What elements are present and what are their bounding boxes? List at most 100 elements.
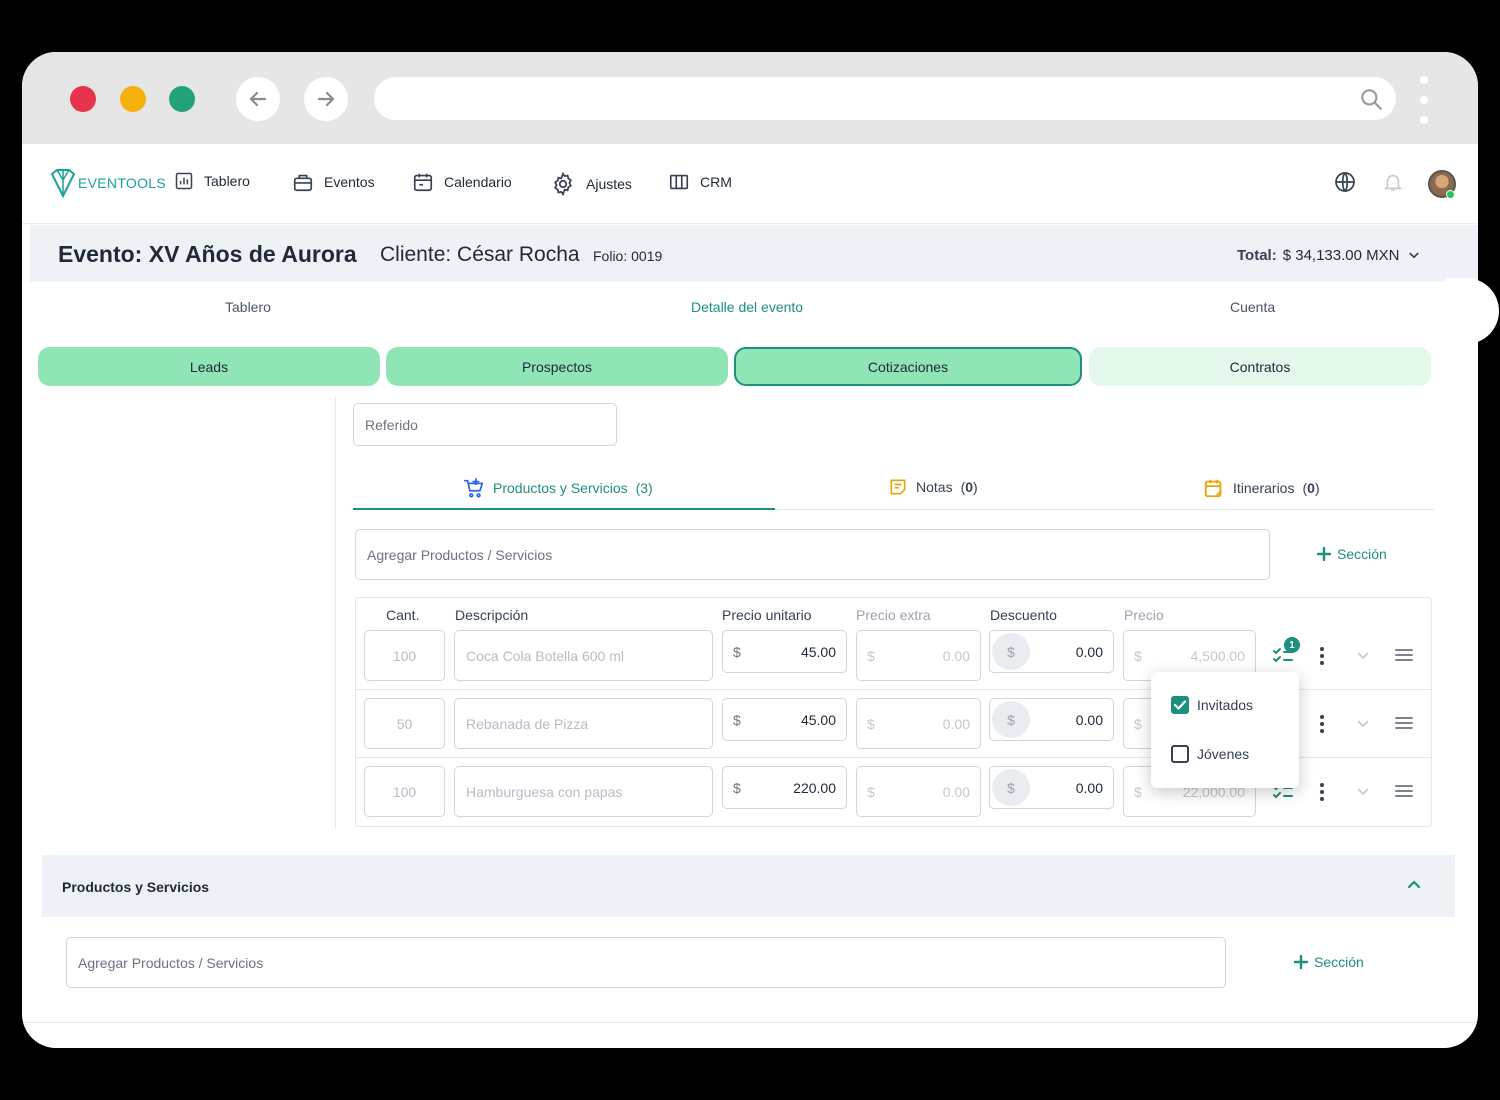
drag-handle-icon[interactable] [1395, 648, 1413, 662]
subtab-cuenta[interactable]: Cuenta [1230, 299, 1275, 315]
col-header-precio-extra: Precio extra [856, 607, 931, 623]
unit-price-value: 45.00 [800, 643, 836, 660]
qty-field[interactable]: 100 [364, 630, 445, 681]
option-invitados[interactable]: Invitados [1171, 696, 1253, 714]
more-vertical-icon[interactable] [1318, 714, 1326, 734]
pipeline-leads[interactable]: Leads [38, 347, 380, 386]
plus-icon [1294, 955, 1308, 969]
nav-item-crm[interactable]: CRM [668, 171, 732, 193]
unit-price-field[interactable]: $220.00 [722, 766, 847, 809]
chevron-down-icon[interactable] [1356, 786, 1370, 796]
seccion-label: Sección [1314, 954, 1364, 970]
forward-button[interactable] [304, 77, 348, 121]
drag-handle-icon[interactable] [1395, 716, 1413, 730]
back-button[interactable] [236, 77, 280, 121]
unit-price-field[interactable]: $45.00 [722, 630, 847, 673]
currency-symbol: $ [733, 711, 741, 728]
referido-field[interactable]: Referido [353, 403, 617, 446]
checkbox-unchecked[interactable] [1171, 745, 1189, 763]
nav-item-eventos[interactable]: Eventos [292, 171, 375, 193]
eventools-logo[interactable]: EVENTOOLS [50, 168, 166, 198]
tab-count: (3) [635, 480, 653, 496]
close-window-dot[interactable] [70, 86, 96, 112]
col-header-descuento: Descuento [990, 607, 1057, 623]
nav-item-ajustes[interactable]: Ajustes [550, 171, 632, 197]
chevron-down-icon[interactable] [1356, 650, 1370, 660]
description-field[interactable]: Coca Cola Botella 600 ml [454, 630, 713, 681]
minimize-window-dot[interactable] [120, 86, 146, 112]
checkbox-checked[interactable] [1171, 696, 1189, 714]
calendar-edit-icon [1204, 479, 1222, 498]
unit-price-value: 220.00 [793, 779, 836, 796]
chevron-up-icon[interactable] [1406, 877, 1422, 893]
discount-currency-toggle[interactable]: $ [992, 769, 1030, 806]
add-seccion-button[interactable]: Sección [1317, 546, 1387, 562]
discount-value: 0.00 [1075, 711, 1103, 728]
chart-icon [175, 172, 193, 190]
bell-icon[interactable] [1382, 170, 1404, 194]
nav-label: CRM [700, 174, 732, 190]
footer-divider [22, 1022, 1478, 1023]
diamond-logo-icon [50, 169, 76, 198]
option-label: Jóvenes [1197, 746, 1250, 762]
extra-price-value: 0.00 [942, 783, 970, 800]
event-total-toggle[interactable]: Total: $ 34,133.00 MXN [1237, 246, 1423, 264]
pipeline-contratos[interactable]: Contratos [1089, 347, 1431, 386]
pipeline-prospectos[interactable]: Prospectos [386, 347, 728, 386]
tab-label: Productos y Servicios [493, 480, 628, 496]
unit-price-field[interactable]: $45.00 [722, 698, 847, 741]
address-bar[interactable] [374, 77, 1396, 120]
description-field[interactable]: Hamburguesa con papas [454, 766, 713, 817]
discount-value: 0.00 [1075, 779, 1103, 796]
tab-notas[interactable]: Notas (0) [888, 477, 978, 497]
discount-field[interactable]: $0.00 [989, 766, 1114, 809]
subtab-detalle-evento[interactable]: Detalle del evento [691, 299, 803, 315]
discount-field[interactable]: $0.00 [989, 698, 1114, 741]
nav-item-tablero[interactable]: Tablero [174, 171, 250, 191]
qty-field[interactable]: 50 [364, 698, 445, 749]
extra-price-field[interactable]: $0.00 [856, 630, 981, 681]
nav-item-calendario[interactable]: Calendario [412, 171, 512, 193]
extra-price-field[interactable]: $0.00 [856, 766, 981, 817]
more-vertical-icon[interactable] [1318, 782, 1326, 802]
description-field[interactable]: Rebanada de Pizza [454, 698, 713, 749]
search-icon[interactable] [1358, 86, 1384, 112]
chevron-down-icon[interactable] [1356, 718, 1370, 728]
briefcase-icon [293, 174, 313, 192]
option-jovenes[interactable]: Jóvenes [1171, 745, 1249, 763]
cart-plus-icon [464, 478, 484, 498]
add-seccion-button-2[interactable]: Sección [1294, 954, 1364, 970]
currency-symbol: $ [1134, 783, 1142, 800]
more-vertical-icon[interactable] [1318, 646, 1326, 666]
online-status-dot [1446, 190, 1455, 199]
discount-currency-toggle[interactable]: $ [992, 633, 1030, 670]
add-products-input-2[interactable]: Agregar Productos / Servicios [66, 937, 1226, 988]
subtab-tablero[interactable]: Tablero [225, 299, 271, 315]
add-products-input[interactable]: Agregar Productos / Servicios [355, 529, 1270, 580]
discount-currency-toggle[interactable]: $ [992, 701, 1030, 738]
extra-price-field[interactable]: $0.00 [856, 698, 981, 749]
currency-symbol: $ [1134, 647, 1142, 664]
products-section-accordion[interactable]: Productos y Servicios [42, 855, 1455, 917]
browser-window: EVENTOOLS Tablero Eventos Calendario Aju… [22, 52, 1478, 1048]
arrow-right-icon [317, 91, 335, 107]
globe-icon[interactable] [1333, 170, 1357, 194]
tab-count-wrap: (0) [960, 479, 978, 495]
discount-field[interactable]: $0.00 [989, 630, 1114, 673]
drag-handle-icon[interactable] [1395, 784, 1413, 798]
total-label: Total: [1237, 246, 1277, 264]
currency-symbol: $ [1134, 715, 1142, 732]
seccion-label: Sección [1337, 546, 1387, 562]
pipeline-cotizaciones[interactable]: Cotizaciones [734, 347, 1082, 386]
extra-price-value: 0.00 [942, 647, 970, 664]
tab-itinerarios[interactable]: Itinerarios (0) [1203, 477, 1320, 499]
col-header-precio: Precio [1124, 607, 1164, 623]
browser-menu-icon[interactable] [1418, 76, 1430, 124]
tab-count: 0 [1307, 480, 1315, 496]
maximize-window-dot[interactable] [169, 86, 195, 112]
total-value: $ 34,133.00 MXN [1282, 246, 1400, 264]
tab-productos-servicios[interactable]: Productos y Servicios (3) [463, 477, 653, 499]
qty-field[interactable]: 100 [364, 766, 445, 817]
currency-symbol: $ [867, 647, 875, 664]
currency-symbol: $ [733, 779, 741, 796]
